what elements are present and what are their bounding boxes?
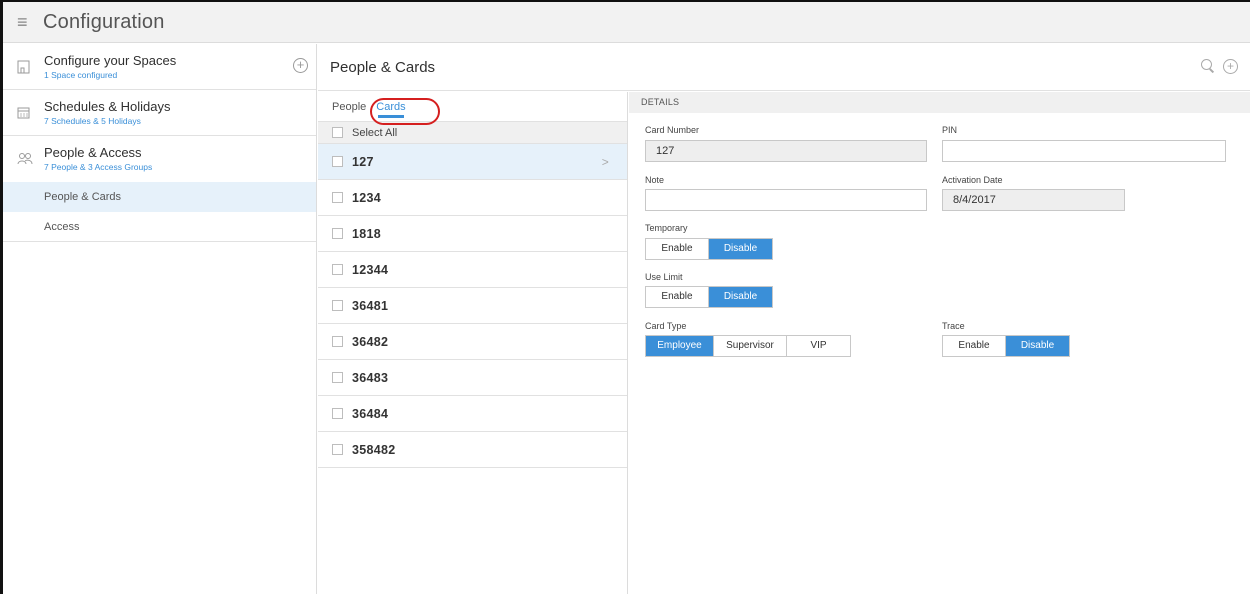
- card-checkbox[interactable]: [332, 408, 343, 419]
- sidebar-item-spaces[interactable]: Configure your Spaces 1 Space configured…: [3, 44, 316, 90]
- activation-date-field: 8/4/2017: [942, 189, 1125, 211]
- use-limit-enable-button[interactable]: Enable: [646, 287, 709, 307]
- sidebar: Configure your Spaces 1 Space configured…: [3, 44, 317, 594]
- sidebar-item-label: Schedules & Holidays: [44, 99, 171, 114]
- add-icon[interactable]: +: [1223, 59, 1238, 74]
- card-checkbox[interactable]: [332, 372, 343, 383]
- sidebar-item-schedules[interactable]: Schedules & Holidays 7 Schedules & 5 Hol…: [3, 90, 316, 136]
- trace-toggle: Enable Disable: [942, 335, 1070, 357]
- details-panel: DETAILS Card Number 127 PIN Note Activat…: [629, 92, 1250, 594]
- trace-disable-button[interactable]: Disable: [1006, 336, 1069, 356]
- add-space-icon[interactable]: +: [293, 58, 308, 73]
- card-row[interactable]: 358482: [318, 432, 627, 468]
- trace-enable-button[interactable]: Enable: [943, 336, 1006, 356]
- card-row[interactable]: 36484: [318, 396, 627, 432]
- search-icon[interactable]: [1201, 59, 1215, 73]
- use-limit-toggle: Enable Disable: [645, 286, 773, 308]
- header-actions: +: [1201, 59, 1238, 74]
- card-type-employee-button[interactable]: Employee: [646, 336, 714, 356]
- tab-bar: People Cards: [318, 92, 627, 125]
- card-checkbox[interactable]: [332, 192, 343, 203]
- card-type-vip-button[interactable]: VIP: [787, 336, 850, 356]
- tab-cards[interactable]: Cards: [376, 92, 406, 121]
- card-row[interactable]: 1234: [318, 180, 627, 216]
- page-title: People & Cards: [330, 58, 436, 76]
- card-checkbox[interactable]: [332, 156, 343, 167]
- card-checkbox[interactable]: [332, 264, 343, 275]
- card-type-supervisor-button[interactable]: Supervisor: [714, 336, 787, 356]
- activation-date-label: Activation Date: [942, 175, 1003, 185]
- sidebar-item-subtitle: 1 Space configured: [44, 70, 118, 80]
- note-label: Note: [645, 175, 665, 185]
- card-row[interactable]: 36483: [318, 360, 627, 396]
- card-checkbox[interactable]: [332, 228, 343, 239]
- content-header: People & Cards +: [318, 44, 1250, 91]
- select-all-row[interactable]: Select All: [318, 122, 627, 144]
- card-number: 36481: [352, 298, 389, 313]
- card-number: 358482: [352, 442, 396, 457]
- card-row[interactable]: 36482: [318, 324, 627, 360]
- hamburger-menu-icon[interactable]: ≡: [17, 13, 31, 31]
- tab-people[interactable]: People: [332, 92, 366, 121]
- sidebar-item-subtitle: 7 Schedules & 5 Holidays: [44, 116, 141, 126]
- select-all-label: Select All: [352, 126, 398, 139]
- sidebar-item-label: People & Access: [44, 145, 142, 160]
- card-number: 36484: [352, 406, 389, 421]
- trace-label: Trace: [942, 321, 965, 331]
- pin-label: PIN: [942, 125, 958, 135]
- people-icon: [17, 152, 33, 166]
- note-field[interactable]: [645, 189, 927, 211]
- chevron-right-icon: >: [601, 154, 609, 169]
- card-number: 12344: [352, 262, 389, 277]
- building-icon: [17, 60, 31, 74]
- card-number: 127: [352, 154, 374, 169]
- use-limit-disable-button[interactable]: Disable: [709, 287, 772, 307]
- card-number: 36482: [352, 334, 389, 349]
- card-type-label: Card Type: [645, 321, 687, 331]
- card-row[interactable]: 36481: [318, 288, 627, 324]
- card-checkbox[interactable]: [332, 336, 343, 347]
- sidebar-item-people-access[interactable]: People & Access 7 People & 3 Access Grou…: [3, 136, 316, 182]
- sidebar-subitem-people-cards[interactable]: People & Cards: [3, 182, 316, 212]
- card-row[interactable]: 1818: [318, 216, 627, 252]
- cards-list-panel: People Cards Select All 127 > 1234 1818 …: [318, 92, 628, 594]
- card-type-selector: Employee Supervisor VIP: [645, 335, 851, 357]
- sidebar-item-label: Configure your Spaces: [44, 53, 177, 68]
- card-number: 1818: [352, 226, 382, 241]
- card-number-label: Card Number: [645, 125, 700, 135]
- temporary-enable-button[interactable]: Enable: [646, 239, 709, 259]
- card-number: 36483: [352, 370, 389, 385]
- use-limit-label: Use Limit: [645, 272, 683, 282]
- calendar-icon: [17, 106, 31, 120]
- sidebar-subitem-access[interactable]: Access: [3, 212, 316, 242]
- card-row[interactable]: 127 >: [318, 144, 627, 180]
- sidebar-item-subtitle: 7 People & 3 Access Groups: [44, 162, 153, 172]
- card-number: 1234: [352, 190, 382, 205]
- pin-field[interactable]: [942, 140, 1226, 162]
- card-checkbox[interactable]: [332, 444, 343, 455]
- temporary-disable-button[interactable]: Disable: [709, 239, 772, 259]
- card-checkbox[interactable]: [332, 300, 343, 311]
- select-all-checkbox[interactable]: [332, 127, 343, 138]
- card-list: 127 > 1234 1818 12344 36481 36482 36483: [318, 144, 627, 468]
- card-row[interactable]: 12344: [318, 252, 627, 288]
- card-number-field: 127: [645, 140, 927, 162]
- app-title: Configuration: [43, 10, 165, 33]
- details-header: DETAILS: [629, 92, 1250, 113]
- temporary-label: Temporary: [645, 223, 688, 233]
- top-header: ≡ Configuration: [3, 2, 1250, 43]
- temporary-toggle: Enable Disable: [645, 238, 773, 260]
